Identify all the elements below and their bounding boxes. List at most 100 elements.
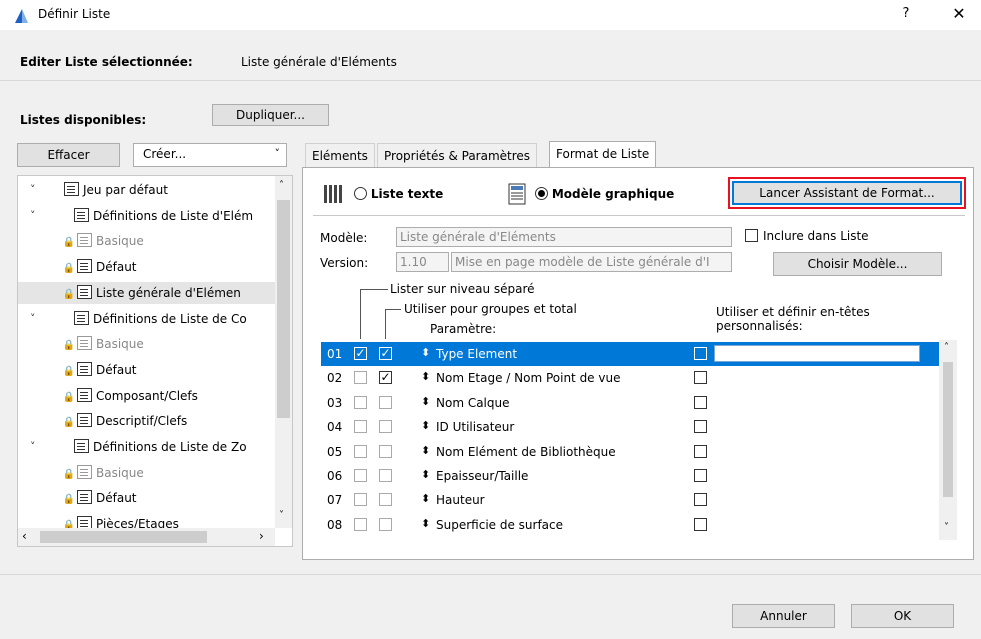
choose-model-button[interactable]: Choisir Modèle... (773, 252, 942, 276)
sort-handle-icon[interactable]: ⬍ (421, 468, 430, 481)
list-template-icon (77, 259, 92, 274)
separate-level-checkbox[interactable]: ✓ (354, 347, 367, 360)
groups-total-checkbox[interactable] (379, 493, 392, 507)
text-list-radio[interactable] (354, 187, 367, 200)
scroll-down-icon[interactable]: ˅ (944, 522, 949, 533)
expand-chevron-icon[interactable]: ˅ (30, 308, 36, 330)
include-in-list-checkbox[interactable] (745, 229, 758, 242)
separate-level-checkbox[interactable] (354, 444, 367, 458)
format-wizard-button[interactable]: Lancer Assistant de Format... (732, 181, 962, 205)
tree-item[interactable]: 🔒 Liste générale d'Elémen (18, 281, 276, 304)
tab-list-format[interactable]: Format de Liste (549, 141, 657, 168)
tree-item[interactable]: 🔒 Composant/Clefs (18, 385, 198, 407)
tree-item-label: Liste générale d'Elémen (96, 285, 241, 300)
text-list-option[interactable]: Liste texte (354, 187, 443, 201)
tree-item[interactable]: 🔒 Descriptif/Clefs (18, 410, 187, 432)
close-button[interactable]: ✕ (950, 4, 968, 23)
custom-header-checkbox[interactable] (694, 371, 707, 385)
separate-level-checkbox[interactable] (354, 517, 367, 531)
tree-item[interactable]: 🔒 Basique (18, 462, 144, 484)
edit-list-label: Editer Liste sélectionnée: (20, 55, 193, 69)
scroll-up-icon[interactable]: ˄ (279, 180, 284, 191)
sort-handle-icon[interactable]: ⬍ (421, 346, 430, 359)
table-row[interactable]: 07 ⬍ Hauteur (321, 488, 939, 512)
edit-list-value: Liste générale d'Eléments (241, 55, 397, 69)
tree-item-label: Basique (96, 234, 144, 249)
create-combo[interactable]: Créer... ˅ (133, 143, 287, 167)
tree-item[interactable]: 🔒 Basique (18, 230, 144, 252)
graphic-model-option[interactable]: Modèle graphique (535, 187, 674, 201)
graphic-model-radio[interactable] (535, 187, 548, 200)
sort-handle-icon[interactable]: ⬍ (421, 419, 430, 432)
tree-item[interactable]: 🔒 Basique (18, 333, 144, 355)
scroll-up-icon[interactable]: ˄ (944, 342, 949, 353)
groups-total-checkbox[interactable] (379, 444, 392, 458)
groups-total-checkbox[interactable]: ✓ (379, 371, 392, 385)
separate-level-checkbox[interactable] (354, 371, 367, 385)
custom-header-checkbox[interactable] (694, 395, 707, 409)
scroll-left-icon[interactable]: ‹ (22, 529, 27, 543)
sort-handle-icon[interactable]: ⬍ (421, 370, 430, 383)
expand-chevron-icon[interactable]: ˅ (30, 205, 36, 227)
tree-item-label: Défaut (96, 260, 137, 275)
table-row[interactable]: 04 ⬍ ID Utilisateur (321, 415, 939, 439)
graphic-model-label: Modèle graphique (551, 187, 675, 201)
tree-item-label: Composant/Clefs (96, 388, 198, 403)
row-number: 02 (327, 371, 343, 386)
list-tree[interactable]: ˅ Jeu par défaut ˅ Définitions de Liste d'E… (17, 175, 293, 547)
delete-button[interactable]: Effacer (17, 143, 120, 167)
scroll-down-icon[interactable]: ˅ (279, 510, 284, 521)
table-row[interactable]: 05 ⬍ Nom Elément de Bibliothèque (321, 440, 939, 464)
grid-scroll-thumb[interactable] (943, 362, 953, 497)
tree-item[interactable]: 🔒 Défaut (18, 256, 137, 278)
groups-total-checkbox[interactable] (379, 469, 392, 482)
custom-header-input[interactable] (714, 345, 920, 362)
tree-scroll-thumb[interactable] (277, 200, 290, 418)
table-row[interactable]: 01 ✓ ✓ ⬍ Type Element (321, 342, 939, 366)
tree-item[interactable]: 🔒 Défaut (18, 359, 137, 381)
groups-total-checkbox[interactable] (379, 395, 392, 409)
custom-header-checkbox[interactable] (694, 493, 707, 507)
tree-item[interactable]: ˅ Définitions de Liste de Zo (18, 436, 247, 458)
expand-chevron-icon[interactable]: ˅ (30, 436, 36, 458)
tree-item[interactable]: ˅ Définitions de Liste de Co (18, 308, 247, 330)
tree-hscroll-thumb[interactable] (40, 531, 207, 543)
custom-header-checkbox[interactable] (694, 347, 707, 360)
custom-header-checkbox[interactable] (694, 517, 707, 531)
column-groups-total: Utiliser pour groupes et total (404, 302, 577, 316)
custom-header-checkbox[interactable] (694, 469, 707, 482)
table-row[interactable]: 02 ✓ ⬍ Nom Etage / Nom Point de vue (321, 366, 939, 390)
list-template-icon (77, 284, 92, 299)
tree-item[interactable]: ˅ Définitions de Liste d'Elém (18, 205, 253, 227)
custom-header-checkbox[interactable] (694, 420, 707, 434)
tab-properties[interactable]: Propriétés & Paramètres (377, 143, 538, 168)
cancel-button[interactable]: Annuler (732, 604, 835, 628)
tab-elements[interactable]: Eléments (305, 143, 375, 168)
sort-handle-icon[interactable]: ⬍ (421, 517, 430, 530)
help-button[interactable]: ? (898, 6, 914, 21)
table-row[interactable]: 08 ⬍ Superficie de surface (321, 513, 939, 537)
groups-total-checkbox[interactable]: ✓ (379, 347, 392, 360)
include-in-list-label: Inclure dans Liste (763, 229, 869, 243)
sort-handle-icon[interactable]: ⬍ (421, 395, 430, 408)
groups-total-checkbox[interactable] (379, 517, 392, 531)
duplicate-button[interactable]: Dupliquer... (212, 104, 329, 126)
separate-level-checkbox[interactable] (354, 469, 367, 482)
sort-handle-icon[interactable]: ⬍ (421, 444, 430, 457)
expand-chevron-icon[interactable]: ˅ (30, 179, 36, 201)
custom-header-checkbox[interactable] (694, 444, 707, 458)
separate-level-checkbox[interactable] (354, 420, 367, 434)
ok-button[interactable]: OK (851, 604, 954, 628)
sort-handle-icon[interactable]: ⬍ (421, 492, 430, 505)
tree-item[interactable]: 🔒 Défaut (18, 487, 137, 509)
list-template-icon (77, 413, 92, 428)
scroll-right-icon[interactable]: › (259, 529, 264, 543)
version-label: Version: (320, 256, 369, 270)
separate-level-checkbox[interactable] (354, 493, 367, 507)
table-row[interactable]: 06 ⬍ Epaisseur/Taille (321, 464, 939, 488)
tree-item[interactable]: ˅ Jeu par défaut (18, 179, 168, 201)
parameter-grid[interactable]: 01 ✓ ✓ ⬍ Type Element 02 ✓ ⬍ Nom Etage / Nom Poi… (321, 340, 939, 540)
table-row[interactable]: 03 ⬍ Nom Calque (321, 391, 939, 415)
separate-level-checkbox[interactable] (354, 395, 367, 409)
groups-total-checkbox[interactable] (379, 420, 392, 434)
